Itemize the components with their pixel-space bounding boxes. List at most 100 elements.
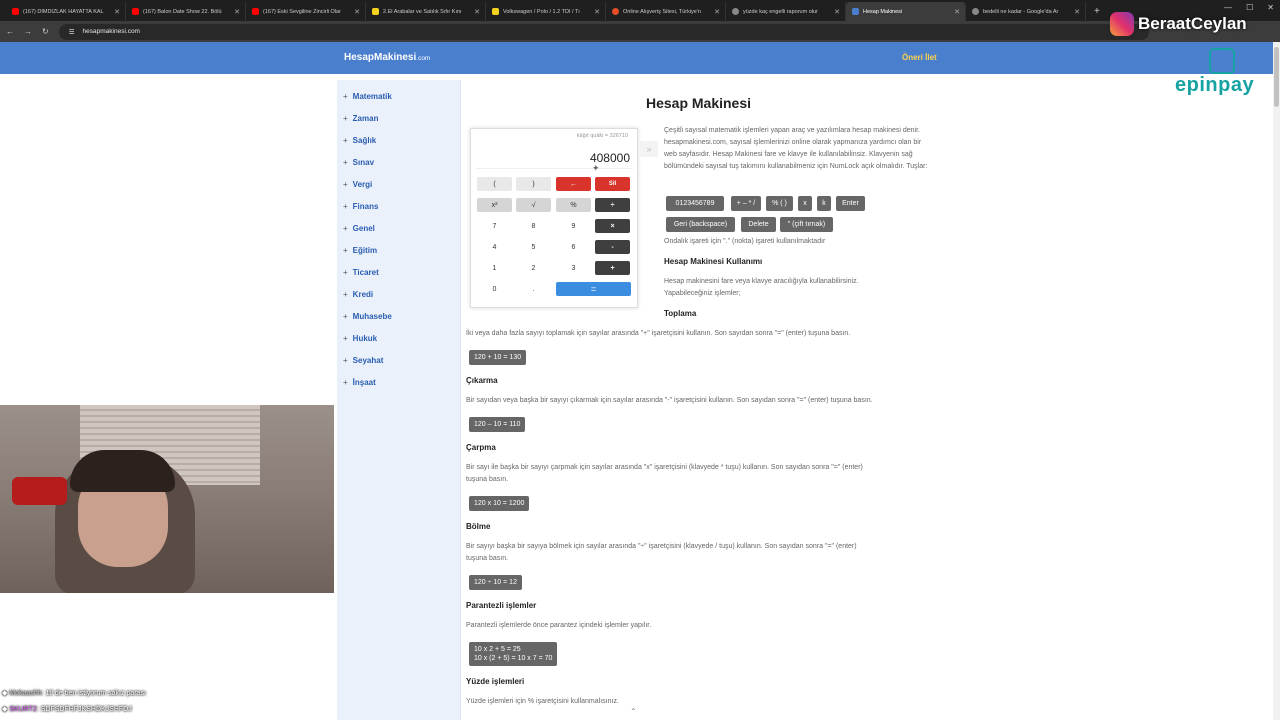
headset-icon [12,477,67,505]
key-4[interactable]: 4 [477,240,512,254]
sidebar-item-muhasebe[interactable]: + Muhasebe [337,305,460,327]
usage-text: Hesap makinesini fare veya klavye aracıl… [664,278,859,297]
intro-text: Çeşitli sayısal matematik işlemleri yapa… [664,127,928,170]
key-plus[interactable]: + [595,261,630,275]
mouse-cursor-icon: ✦ [592,163,600,173]
plus-icon: + [343,135,348,145]
sidebar-item-vergi[interactable]: + Vergi [337,173,460,195]
key-1[interactable]: 1 [477,261,512,275]
key-3[interactable]: 3 [556,261,591,275]
sidebar-item-genel[interactable]: + Genel [337,217,460,239]
yuzde-heading: Yüzde işlemleri [466,677,525,686]
sahibinden-icon [492,8,499,15]
browser-tab[interactable]: (167) DIMDIZLAK HAYATTA KAL ✕ [6,2,126,21]
close-icon[interactable]: ✕ [1074,8,1080,16]
carpma-text: Bir sayı ile başka bir sayıyı çarpmak iç… [466,464,863,471]
chevron-right-icon[interactable]: » [640,141,658,157]
key-6[interactable]: 6 [556,240,591,254]
key-multiply[interactable]: × [595,219,630,233]
sidebar-item-insaat[interactable]: + İnşaat [337,371,460,393]
key-0[interactable]: 0 [477,282,512,296]
url-field[interactable]: ☰ hesapmakinesi.com [58,23,1149,40]
browser-tab[interactable]: 2.El Arabalar ve Satılık Sıfır Kını ✕ [366,2,486,21]
youtube-icon [12,8,19,15]
key-hint-backspace: Geri (backspace) [666,217,735,232]
forward-icon[interactable]: → [24,27,32,36]
window-close-icon[interactable]: ✕ [1267,3,1274,12]
close-icon[interactable]: ✕ [114,8,120,16]
chat-message: ◆ SKURT2: SDFSDFHFJKSHDKJSHFDJ [2,706,132,713]
key-8[interactable]: 8 [516,219,551,233]
sidebar-item-sinav[interactable]: + Sınav [337,151,460,173]
minimize-icon[interactable]: — [1224,3,1232,12]
plus-icon: + [343,223,348,233]
cikarma-example: 120 – 10 = 110 [469,417,526,432]
sidebar-item-egitim[interactable]: + Eğitim [337,239,460,261]
key-7[interactable]: 7 [477,219,512,233]
sidebar-item-matematik[interactable]: + Matematik [337,85,460,107]
sidebar-item-hukuk[interactable]: + Hukuk [337,327,460,349]
scrollbar-thumb[interactable] [1274,47,1279,107]
youtube-icon [252,8,259,15]
site-info-icon[interactable]: ☰ [69,28,75,36]
key-dot[interactable]: . [516,282,551,296]
key-divide[interactable]: ÷ [595,198,630,212]
sidebar-item-finans[interactable]: + Finans [337,195,460,217]
plus-icon: + [343,179,348,189]
plus-icon: + [343,157,348,167]
key-lparen[interactable]: ( [477,177,512,191]
instagram-handle: BeraatCeylan [1110,12,1247,36]
back-icon[interactable]: ← [6,27,14,36]
toplama-example: 120 + 10 = 130 [469,350,527,365]
backspace-button[interactable]: ← [556,177,591,191]
page-scrollbar[interactable] [1273,42,1280,720]
key-rparen[interactable]: ) [516,177,551,191]
clear-button[interactable]: Sil [595,177,630,191]
browser-tab[interactable]: yüzde kaç engelli raporum olur ✕ [726,2,846,21]
sidebar-item-zaman[interactable]: + Zaman [337,107,460,129]
key-minus[interactable]: - [595,240,630,254]
carpma-example: 120 x 10 = 1200 [469,496,530,511]
close-icon[interactable]: ✕ [234,8,240,16]
close-icon[interactable]: ✕ [714,8,720,16]
close-icon[interactable]: ✕ [594,8,600,16]
reload-icon[interactable]: ↻ [42,27,49,36]
key-hint-enter: Enter [836,196,865,211]
suggestion-link[interactable]: Öneri İlet [902,53,937,62]
browser-tab[interactable]: Volkswagen / Polo / 1.2 TDI / Tı ✕ [486,2,606,21]
key-2[interactable]: 2 [516,261,551,275]
sidebar-item-saglik[interactable]: + Sağlık [337,129,460,151]
close-icon[interactable]: ✕ [354,8,360,16]
browser-tab-active[interactable]: Hesap Makinesi ✕ [846,2,966,21]
usage-heading: Hesap Makinesi Kullanımı [664,257,763,266]
key-percent[interactable]: % [556,198,591,212]
key-square[interactable]: x² [477,198,512,212]
maximize-icon[interactable]: ☐ [1246,3,1253,12]
bolme-text-2: tuşuna basın. [466,555,509,562]
key-5[interactable]: 5 [516,240,551,254]
key-9[interactable]: 9 [556,219,591,233]
browser-tab[interactable]: (167) Eski Sevgiline Zincirli Olar ✕ [246,2,366,21]
sidebar-item-ticaret[interactable]: + Ticaret [337,261,460,283]
browser-tab[interactable]: bedelli ne kadar - Google'da Ar ✕ [966,2,1086,21]
plus-icon: + [343,201,348,211]
equals-button[interactable]: = [556,282,631,296]
sidebar-item-kredi[interactable]: + Kredi [337,283,460,305]
new-tab-button[interactable]: + [1086,2,1108,21]
chevron-up-icon[interactable]: ⌃ [630,707,637,716]
close-icon[interactable]: ✕ [954,8,960,16]
plus-icon: + [343,245,348,255]
key-hint-delete: Delete [741,217,776,232]
yuzde-text: Yüzde işlemleri için % işaretçisini kull… [466,698,619,705]
bolme-text: Bir sayıyı başka bir sayıya bölmek için … [466,543,857,550]
key-sqrt[interactable]: √ [516,198,551,212]
site-logo[interactable]: HesapMakinesi.com [344,52,430,63]
browser-tab[interactable]: (167) Balon Date Show 22. Bölü ✕ [126,2,246,21]
bolme-example: 120 ÷ 10 = 12 [469,575,522,590]
close-icon[interactable]: ✕ [474,8,480,16]
plus-icon: + [343,377,348,387]
shop-icon [612,8,619,15]
sidebar-item-seyahat[interactable]: + Seyahat [337,349,460,371]
browser-tab[interactable]: Online Alışveriş Sitesi, Türkiye'n ✕ [606,2,726,21]
close-icon[interactable]: ✕ [834,8,840,16]
